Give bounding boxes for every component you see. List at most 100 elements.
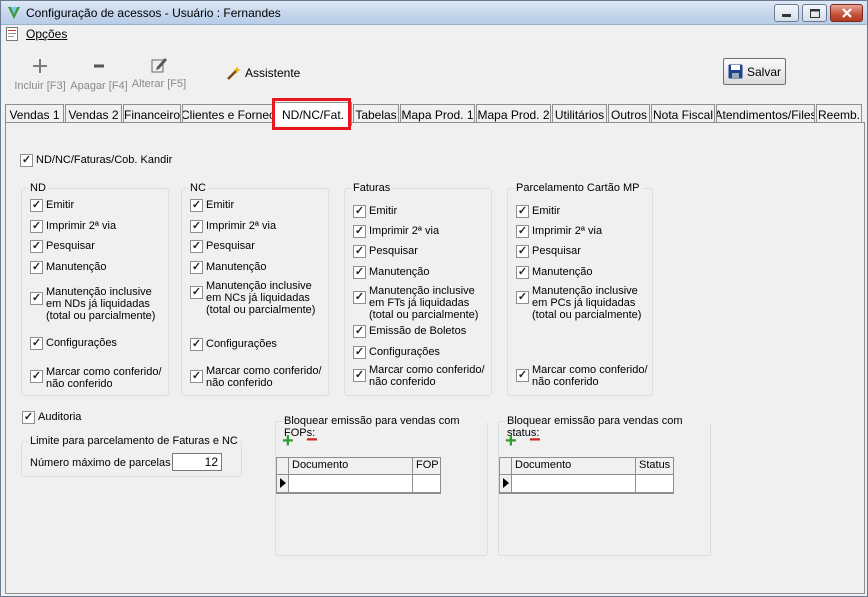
fops-cell-documento[interactable]: [289, 475, 413, 493]
nc-pesquisar-checkbox[interactable]: ✓ Pesquisar: [190, 240, 255, 253]
nc-imprimir-checkbox[interactable]: ✓ Imprimir 2ª via: [190, 220, 276, 233]
close-button[interactable]: [830, 4, 863, 22]
check-mark-icon: ✓: [516, 369, 529, 382]
faturas-boletos-checkbox[interactable]: ✓ Emissão de Boletos: [353, 325, 466, 338]
nc-manut-line2: em NCs já liquidadas: [206, 292, 310, 304]
row-pointer-icon: [503, 478, 509, 488]
fops-group: Bloquear emissão para vendas com FOPs: +…: [275, 415, 488, 556]
row-indicator: [277, 475, 289, 493]
incluir-button[interactable]: Incluir [F3]: [13, 58, 67, 92]
fops-grid[interactable]: Documento FOP: [276, 457, 441, 494]
nd-emitir-label: Emitir: [46, 199, 75, 211]
fops-col-documento[interactable]: Documento: [289, 458, 413, 475]
faturas-config-checkbox[interactable]: ✓ Configurações: [353, 346, 440, 359]
nd-marcar-label: Marcar como conferido/não conferido: [46, 366, 162, 390]
nd-marcar-checkbox[interactable]: ✓ Marcar como conferido/não conferido: [30, 366, 162, 390]
status-grid[interactable]: Documento Status: [499, 457, 674, 494]
max-parcelas-input[interactable]: 12: [172, 453, 222, 471]
tab-outros[interactable]: Outros: [608, 104, 650, 124]
auditoria-label: Auditoria: [38, 411, 82, 423]
status-cell-status[interactable]: [636, 475, 674, 493]
grid-corner: [500, 458, 512, 475]
status-col-documento[interactable]: Documento: [512, 458, 636, 475]
limite-group-title: Limite para parcelamento de Faturas e NC: [28, 435, 240, 447]
check-mark-icon: ✓: [516, 266, 529, 279]
nd-nc-faturas-checkbox[interactable]: ✓ ND/NC/Faturas/Cob. Kandir: [20, 154, 172, 167]
minimize-button[interactable]: [774, 4, 799, 22]
check-mark-icon: ✓: [516, 225, 529, 238]
faturas-imprimir-checkbox[interactable]: ✓ Imprimir 2ª via: [353, 225, 439, 238]
alterar-label: Alterar [F5]: [131, 78, 187, 90]
faturas-boletos-label: Emissão de Boletos: [369, 325, 467, 337]
check-mark-icon: ✓: [30, 370, 43, 383]
nc-manutencao-checkbox[interactable]: ✓ Manutenção: [190, 261, 267, 274]
assistente-button[interactable]: Assistente: [225, 65, 300, 81]
status-cell-documento[interactable]: [512, 475, 636, 493]
remove-status-icon[interactable]: −: [529, 430, 541, 450]
nd-manut-line2: em NDs já liquidadas: [46, 298, 150, 310]
faturas-config-label: Configurações: [369, 346, 440, 358]
tab-mapa-prod-2[interactable]: Mapa Prod. 2: [476, 104, 551, 124]
edit-icon: [151, 58, 167, 73]
tab-clientes-fornec[interactable]: Clientes e Fornec: [182, 104, 274, 124]
tab-vendas-2[interactable]: Vendas 2: [65, 104, 122, 124]
faturas-manut-inclusive-checkbox[interactable]: ✓ Manutenção inclusive em FTs já liquidada…: [353, 285, 478, 321]
nd-manut-inclusive-checkbox[interactable]: ✓ Manutenção inclusive em NDs já liquidada…: [30, 286, 155, 322]
nd-group-title: ND: [28, 182, 48, 194]
nd-nc-faturas-label: ND/NC/Faturas/Cob. Kandir: [36, 154, 173, 166]
plus-icon: [33, 59, 47, 73]
add-status-icon[interactable]: +: [505, 431, 517, 451]
status-col-status[interactable]: Status: [636, 458, 674, 475]
nd-config-checkbox[interactable]: ✓ Configurações: [30, 337, 117, 350]
parcelamento-pesquisar-checkbox[interactable]: ✓ Pesquisar: [516, 245, 581, 258]
tab-tabelas[interactable]: Tabelas: [353, 104, 399, 124]
check-mark-icon: ✓: [30, 199, 43, 212]
nc-manut-inclusive-checkbox[interactable]: ✓ Manutenção inclusive em NCs já liquidada…: [190, 280, 315, 316]
nc-pesquisar-label: Pesquisar: [206, 240, 255, 252]
faturas-pesquisar-checkbox[interactable]: ✓ Pesquisar: [353, 245, 418, 258]
maximize-button[interactable]: [802, 4, 827, 22]
nc-marcar-checkbox[interactable]: ✓ Marcar como conferido/não conferido: [190, 365, 322, 389]
auditoria-checkbox[interactable]: ✓ Auditoria: [22, 411, 81, 424]
nc-group-title: NC: [188, 182, 208, 194]
faturas-manut-inclusive-label: Manutenção inclusive em FTs já liquidadas…: [369, 285, 478, 321]
nd-imprimir-checkbox[interactable]: ✓ Imprimir 2ª via: [30, 220, 116, 233]
parcelamento-manut-line2: em PCs já liquidadas: [532, 297, 636, 309]
window-title: Configuração de acessos - Usuário : Fern…: [26, 6, 281, 20]
faturas-manutencao-checkbox[interactable]: ✓ Manutenção: [353, 266, 430, 279]
parcelamento-manut-inclusive-checkbox[interactable]: ✓ Manutenção inclusive em PCs já liquidada…: [516, 285, 641, 321]
salvar-button[interactable]: Salvar: [723, 58, 786, 85]
minimize-icon: [782, 14, 791, 17]
parcelamento-emitir-checkbox[interactable]: ✓ Emitir: [516, 205, 560, 218]
apagar-button[interactable]: Apagar [F4]: [69, 58, 129, 92]
nd-emitir-checkbox[interactable]: ✓ Emitir: [30, 199, 74, 212]
nc-emitir-checkbox[interactable]: ✓ Emitir: [190, 199, 234, 212]
tab-mapa-prod-1[interactable]: Mapa Prod. 1: [400, 104, 475, 124]
fops-cell-fop[interactable]: [413, 475, 441, 493]
tab-utilitarios[interactable]: Utilitários: [552, 104, 607, 124]
apagar-label: Apagar [F4]: [70, 80, 128, 92]
parcelamento-imprimir-checkbox[interactable]: ✓ Imprimir 2ª via: [516, 225, 602, 238]
tab-atendimentos-files[interactable]: Atendimentos/Files: [716, 104, 815, 124]
fops-col-fop[interactable]: FOP: [413, 458, 441, 475]
remove-fop-icon[interactable]: −: [306, 430, 318, 450]
alterar-button[interactable]: Alterar [F5]: [131, 56, 187, 90]
nd-pesquisar-checkbox[interactable]: ✓ Pesquisar: [30, 240, 95, 253]
parcelamento-manutencao-checkbox[interactable]: ✓ Manutenção: [516, 266, 593, 279]
menu-opcoes[interactable]: Opções: [26, 27, 67, 41]
nc-config-checkbox[interactable]: ✓ Configurações: [190, 338, 277, 351]
tab-nota-fiscal[interactable]: Nota Fiscal: [651, 104, 715, 124]
tab-reemb[interactable]: Reemb.: [816, 104, 862, 124]
nd-manutencao-checkbox[interactable]: ✓ Manutenção: [30, 261, 107, 274]
add-fop-icon[interactable]: +: [282, 431, 294, 451]
faturas-emitir-checkbox[interactable]: ✓ Emitir: [353, 205, 397, 218]
tab-vendas-1[interactable]: Vendas 1: [5, 104, 64, 124]
parcelamento-marcar-label: Marcar como conferido/não conferido: [532, 364, 648, 388]
faturas-marcar-checkbox[interactable]: ✓ Marcar como conferido/não conferido: [353, 364, 485, 388]
parcelamento-marcar-checkbox[interactable]: ✓ Marcar como conferido/não conferido: [516, 364, 648, 388]
check-mark-icon: ✓: [516, 245, 529, 258]
tab-nd-nc-fat[interactable]: ND/NC/Fat.: [274, 102, 352, 126]
tab-financeiro[interactable]: Financeiro: [123, 104, 181, 124]
nd-config-label: Configurações: [46, 337, 117, 349]
faturas-pesquisar-label: Pesquisar: [369, 245, 418, 257]
